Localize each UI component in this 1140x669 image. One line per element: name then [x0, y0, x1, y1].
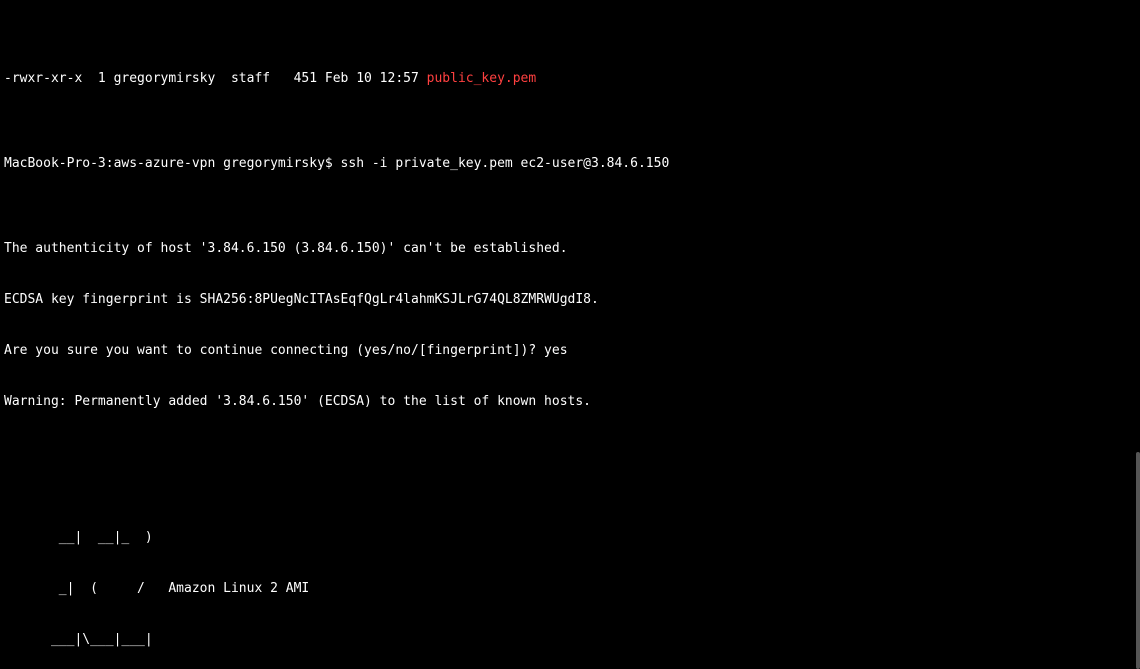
terminal[interactable]: -rwxr-xr-x 1 gregorymirsky staff 451 Feb…	[0, 0, 1140, 669]
auth-line: ECDSA key fingerprint is SHA256:8PUegNcI…	[4, 291, 1140, 308]
scrollbar-thumb[interactable]	[1136, 452, 1140, 669]
banner-line: ___|\___|___|	[4, 631, 1140, 648]
ls-perms: -rwxr-xr-x 1 gregorymirsky staff 451 Feb…	[4, 71, 427, 86]
ls-filename: public_key.pem	[427, 71, 537, 86]
auth-line: Are you sure you want to continue connec…	[4, 342, 1140, 359]
auth-line: Warning: Permanently added '3.84.6.150' …	[4, 393, 1140, 410]
local-prompt: MacBook-Pro-3:aws-azure-vpn gregorymirsk…	[4, 156, 341, 171]
auth-line: The authenticity of host '3.84.6.150 (3.…	[4, 240, 1140, 257]
line-local-ssh: MacBook-Pro-3:aws-azure-vpn gregorymirsk…	[4, 155, 1140, 172]
scrollbar[interactable]	[1136, 0, 1140, 669]
local-command: ssh -i private_key.pem ec2-user@3.84.6.1…	[341, 156, 670, 171]
banner-line	[4, 478, 1140, 495]
banner-line: _| ( / Amazon Linux 2 AMI	[4, 580, 1140, 597]
banner-line: __| __|_ )	[4, 529, 1140, 546]
ls-output-line: -rwxr-xr-x 1 gregorymirsky staff 451 Feb…	[4, 70, 1140, 87]
